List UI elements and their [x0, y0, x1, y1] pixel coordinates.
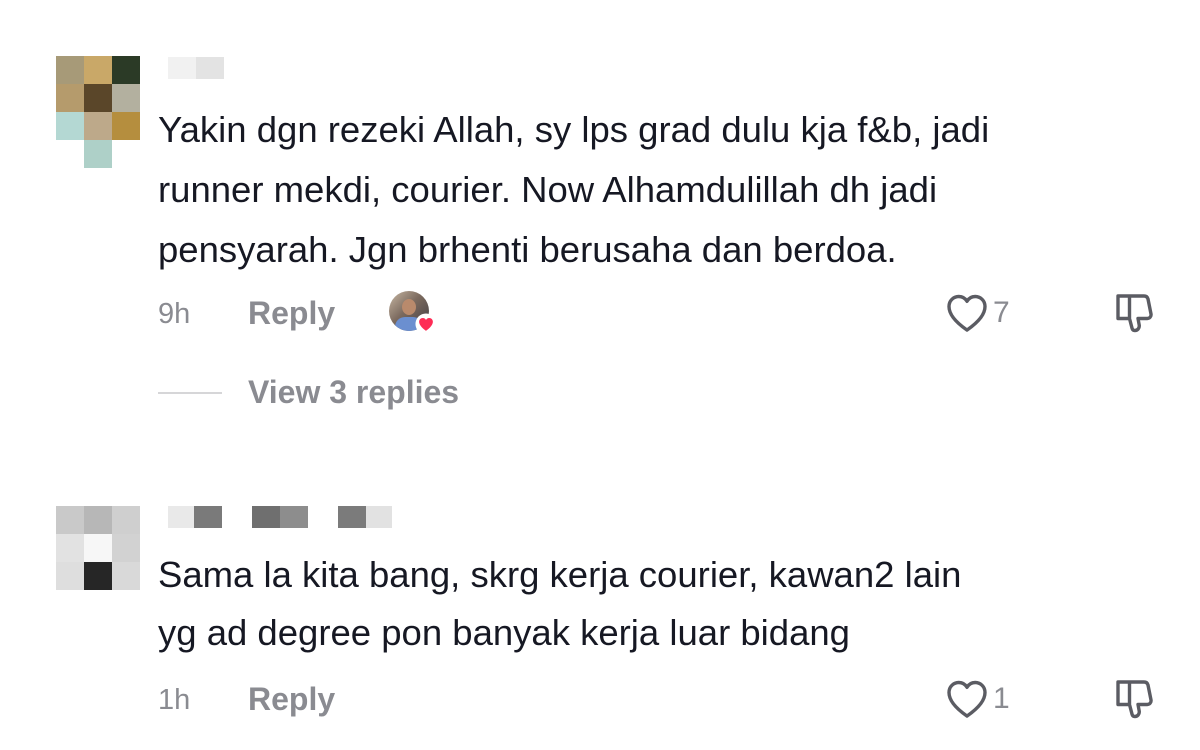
heart-outline-icon [947, 294, 987, 332]
avatar[interactable] [56, 506, 140, 618]
creator-liked-badge [389, 291, 437, 337]
comment-text-line: Yakin dgn rezeki Allah, sy lps grad dulu… [158, 109, 990, 150]
comment-text-line: pensyarah. Jgn brhenti berusaha dan berd… [158, 229, 897, 270]
heart-icon [415, 313, 437, 335]
comment-time: 1h [158, 684, 191, 716]
dislike-icon[interactable] [1110, 676, 1156, 722]
avatar[interactable] [56, 56, 140, 168]
comment-text-line: Sama la kita bang, skrg kerja courier, k… [158, 554, 962, 595]
reply-button[interactable]: Reply [248, 681, 335, 718]
like-button[interactable]: 7 [945, 292, 1010, 334]
comment-text-line: runner mekdi, courier. Now Alhamdulillah… [158, 169, 938, 210]
comment-time: 9h [158, 298, 191, 330]
heart-outline-icon [947, 680, 987, 718]
dislike-icon[interactable] [1110, 290, 1156, 336]
comment-text-line: yg ad degree pon banyak kerja luar bidan… [158, 612, 850, 653]
reply-button[interactable]: Reply [248, 295, 335, 332]
username-blurred[interactable] [168, 506, 392, 528]
like-button[interactable]: 1 [945, 678, 1010, 720]
divider [158, 391, 222, 394]
comments-screen: Yakin dgn rezeki Allah, sy lps grad dulu… [0, 0, 1200, 750]
view-replies-label: View 3 replies [248, 374, 460, 410]
view-replies-button[interactable]: View 3 replies [158, 374, 459, 411]
like-count: 1 [993, 682, 1010, 715]
like-count: 7 [993, 296, 1010, 329]
username-blurred[interactable] [168, 57, 224, 79]
